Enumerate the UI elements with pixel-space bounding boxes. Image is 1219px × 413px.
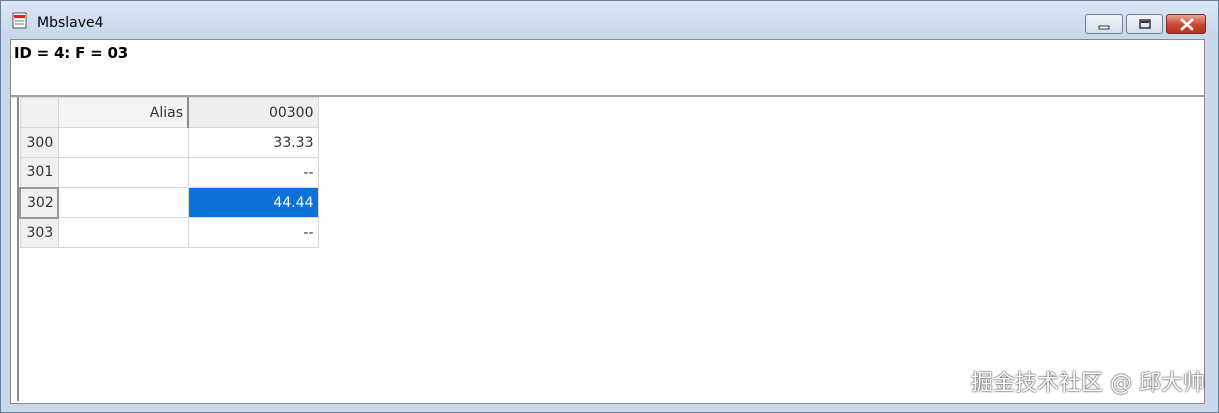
watermark: 掘金技术社区 @ 邱大帅: [971, 371, 1205, 396]
column-header-alias[interactable]: Alias: [57, 97, 189, 128]
row-header[interactable]: 300: [19, 127, 59, 158]
status-line: ID = 4: F = 03: [14, 44, 129, 62]
row-header[interactable]: 303: [19, 217, 59, 248]
grid-header-row: Alias 00300: [19, 97, 319, 128]
mbslave-window: Mbslave4 ID = 4: F = 03 Alias 00300 300 …: [0, 0, 1219, 413]
table-row: 301 --: [19, 157, 319, 188]
row-header[interactable]: 302: [19, 186, 59, 219]
grid-corner-cell[interactable]: [19, 97, 59, 128]
minimize-button[interactable]: [1085, 14, 1123, 34]
minimize-icon: [1098, 25, 1110, 30]
table-row: 303 --: [19, 217, 319, 248]
table-row: 300 33.33: [19, 127, 319, 158]
document-icon[interactable]: [12, 12, 28, 30]
maximize-button[interactable]: [1126, 14, 1163, 34]
value-cell[interactable]: --: [187, 157, 319, 188]
alias-cell[interactable]: [57, 157, 189, 188]
title-bar[interactable]: Mbslave4: [1, 1, 1218, 39]
window-title: Mbslave4: [37, 15, 104, 31]
row-header[interactable]: 301: [19, 157, 59, 188]
column-header-register[interactable]: 00300: [187, 97, 319, 128]
close-button[interactable]: [1166, 14, 1206, 34]
alias-cell[interactable]: [57, 217, 189, 248]
maximize-icon: [1139, 19, 1151, 29]
value-cell[interactable]: 33.33: [187, 127, 319, 158]
table-row: 302 44.44: [19, 186, 319, 219]
alias-cell[interactable]: [57, 187, 189, 218]
alias-cell[interactable]: [57, 127, 189, 158]
value-cell-selected[interactable]: 44.44: [187, 187, 319, 218]
value-cell[interactable]: --: [187, 217, 319, 248]
register-grid-area: Alias 00300 300 33.33 301 -- 302 44.44 3…: [17, 97, 1204, 401]
register-grid: Alias 00300 300 33.33 301 -- 302 44.44 3…: [19, 97, 319, 248]
client-area: ID = 4: F = 03 Alias 00300 300 33.33 301…: [10, 39, 1205, 404]
close-icon: [1180, 18, 1194, 31]
